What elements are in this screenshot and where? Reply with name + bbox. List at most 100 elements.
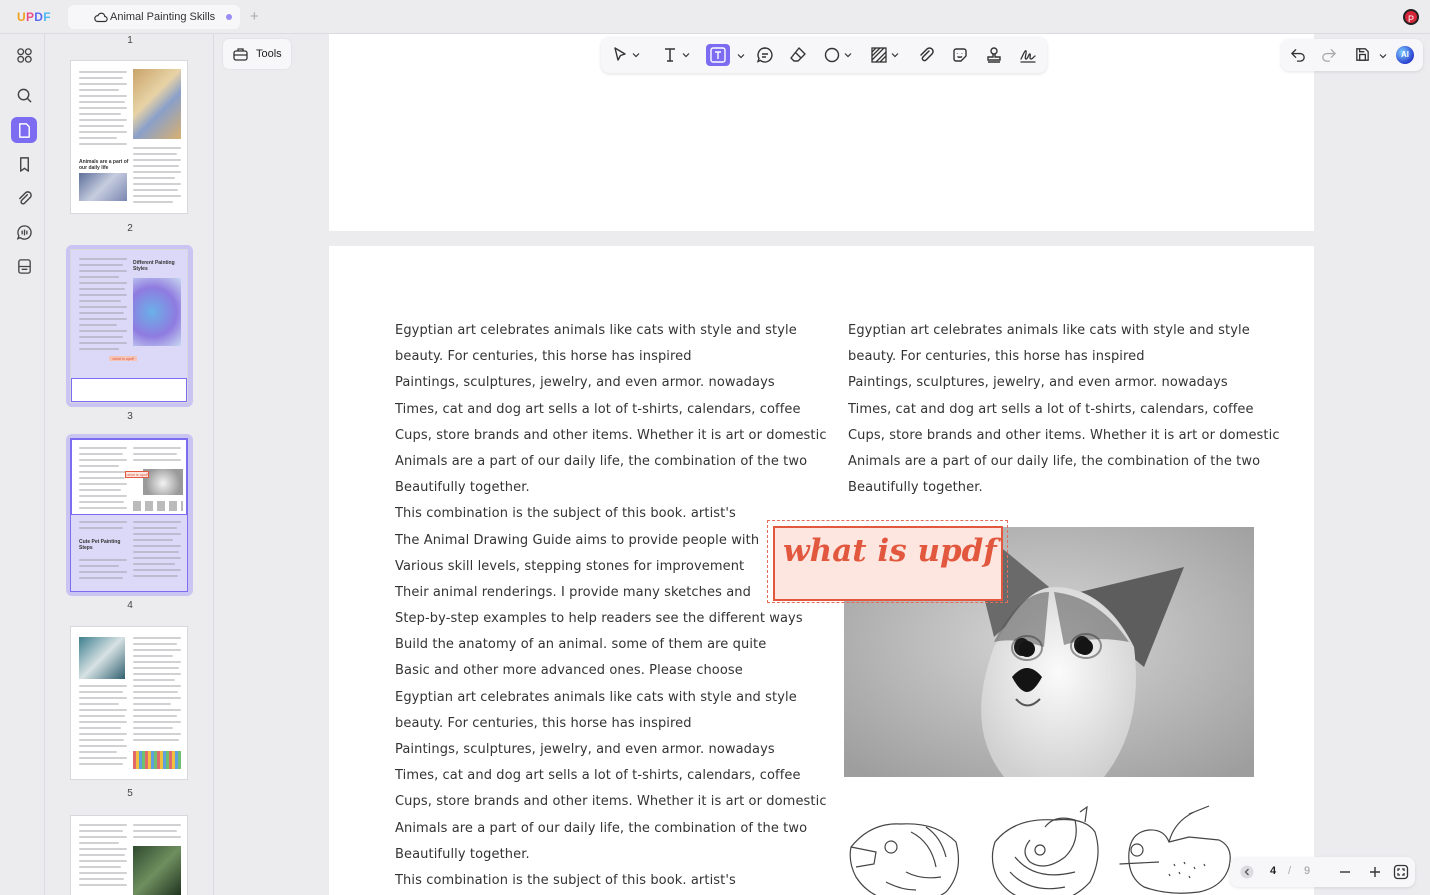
dog-sketch-1 bbox=[849, 823, 959, 895]
save-icon bbox=[1356, 48, 1369, 61]
chevron-down-icon[interactable] bbox=[737, 52, 745, 60]
text-line: Their animal renderings. I provide many … bbox=[395, 584, 751, 600]
text-line: This combination is the subject of this … bbox=[395, 872, 736, 888]
signature-icon bbox=[1020, 50, 1036, 63]
area-tool[interactable] bbox=[870, 44, 899, 66]
total-pages: 9 bbox=[1304, 865, 1311, 877]
text-line: Basic and other more advanced ones. Plea… bbox=[395, 663, 743, 679]
eraser-tool[interactable] bbox=[789, 44, 807, 66]
textbox-icon bbox=[710, 47, 726, 63]
text-line: Egyptian art celebrates animals like cat… bbox=[395, 689, 797, 705]
page-icon bbox=[18, 122, 30, 138]
circle-icon bbox=[824, 47, 840, 63]
save-button[interactable] bbox=[1354, 46, 1371, 68]
text-line: Times, cat and dog art sells a lot of t-… bbox=[395, 401, 801, 417]
document-tab[interactable]: Animal Painting Skills bbox=[68, 5, 240, 29]
redo-icon bbox=[1322, 49, 1337, 62]
rail-apps-button[interactable] bbox=[11, 42, 37, 68]
fit-page-icon[interactable] bbox=[1393, 864, 1409, 880]
thumbnail-page-5[interactable] bbox=[71, 627, 187, 779]
paperclip-icon bbox=[18, 190, 32, 204]
page-separator: / bbox=[1288, 865, 1292, 877]
chevron-down-icon bbox=[682, 53, 690, 58]
text-icon bbox=[665, 48, 675, 62]
undo-button[interactable] bbox=[1290, 46, 1307, 68]
profile-avatar[interactable]: P bbox=[1403, 9, 1419, 25]
rail-layers-button[interactable] bbox=[11, 253, 37, 279]
comment-icon bbox=[16, 224, 32, 240]
thumbnail-page-6[interactable] bbox=[71, 816, 187, 895]
shape-tool[interactable] bbox=[823, 44, 852, 66]
ai-assistant-button[interactable]: AI bbox=[1396, 46, 1414, 64]
attach-tool[interactable] bbox=[917, 44, 935, 66]
text-line: Times, cat and dog art sells a lot of t-… bbox=[848, 401, 1254, 417]
speech-bubble-icon bbox=[756, 47, 773, 63]
document-viewer: Tools AI Egyptian art celebrates animals… bbox=[215, 34, 1430, 895]
select-tool[interactable] bbox=[611, 44, 640, 66]
brushes-image bbox=[133, 69, 181, 139]
rail-thumbnails-button[interactable] bbox=[11, 117, 37, 143]
signature-tool[interactable] bbox=[1019, 44, 1037, 66]
text-line: Step-by-step examples to help readers se… bbox=[395, 611, 803, 627]
text-line: Beautifully together. bbox=[848, 480, 983, 496]
text-line: Beautifully together. bbox=[395, 480, 530, 496]
text-line: Various skill levels, stepping stones fo… bbox=[395, 558, 745, 574]
text-line: Egyptian art celebrates animals like cat… bbox=[395, 323, 797, 338]
previous-page-icon[interactable] bbox=[1240, 865, 1254, 879]
current-page-input[interactable]: 4 bbox=[1270, 865, 1276, 877]
rail-bookmark-button[interactable] bbox=[11, 151, 37, 177]
painting-image bbox=[79, 173, 127, 201]
redo-button[interactable] bbox=[1320, 46, 1337, 68]
updf-logo: UPDF bbox=[17, 10, 51, 24]
cursor-icon bbox=[614, 47, 626, 61]
thumbnail-page-4[interactable]: what is updf Cute Pet Painting Steps bbox=[71, 439, 187, 591]
thumbnail-page-3[interactable]: Different Painting Styles what is updf bbox=[71, 250, 187, 402]
comment-tool[interactable] bbox=[756, 44, 774, 66]
zoom-in-icon[interactable] bbox=[1369, 866, 1381, 878]
stamp-tool[interactable] bbox=[985, 44, 1003, 66]
rail-attachment-button[interactable] bbox=[11, 185, 37, 211]
rail-comments-button[interactable] bbox=[11, 219, 37, 245]
paperclip-icon bbox=[920, 47, 934, 62]
statue-image bbox=[79, 637, 125, 679]
text-line: This combination is the subject of this … bbox=[395, 506, 736, 522]
tools-button[interactable]: Tools bbox=[223, 39, 291, 69]
text-line: Animals are a part of our daily life, th… bbox=[395, 453, 808, 469]
annotation-text[interactable]: what is updf bbox=[783, 533, 997, 569]
freetext-annotation[interactable]: what is updf bbox=[767, 520, 1008, 603]
text-tool[interactable] bbox=[661, 44, 690, 66]
sticker-tool[interactable] bbox=[951, 44, 969, 66]
toolbox-icon bbox=[233, 48, 248, 61]
text-line: beauty. For centuries, this horse has in… bbox=[395, 715, 692, 731]
plant-image bbox=[133, 846, 181, 895]
text-line: Paintings, sculptures, jewelry, and even… bbox=[848, 375, 1228, 391]
text-line: The Animal Drawing Guide aims to provide… bbox=[395, 532, 760, 548]
text-line: Animals are a part of our daily life, th… bbox=[395, 820, 808, 836]
thumbnail-heading: Animals are a part of our daily life bbox=[79, 159, 129, 171]
thumbnail-heading: Cute Pet Painting Steps bbox=[79, 539, 121, 551]
left-rail bbox=[0, 34, 45, 895]
annotation-box[interactable]: what is updf bbox=[773, 526, 1003, 601]
rail-search-button[interactable] bbox=[11, 82, 37, 108]
title-bar: UPDF Animal Painting Skills + P bbox=[0, 0, 1430, 34]
zoom-out-icon[interactable] bbox=[1339, 866, 1351, 878]
document-stack-icon bbox=[17, 258, 31, 274]
tools-label: Tools bbox=[256, 48, 282, 60]
textbox-tool[interactable] bbox=[706, 44, 730, 66]
right-text-column: Egyptian art celebrates animals like cat… bbox=[848, 318, 1280, 501]
cloud-icon bbox=[94, 12, 108, 23]
new-tab-button[interactable]: + bbox=[250, 8, 259, 25]
thumbnail-heading: Different Painting Styles bbox=[133, 260, 175, 272]
search-icon bbox=[17, 88, 32, 103]
text-line: Times, cat and dog art sells a lot of t-… bbox=[395, 768, 801, 784]
dog-sketch-3 bbox=[1119, 805, 1231, 894]
text-line: Paintings, sculptures, jewelry, and even… bbox=[395, 742, 775, 757]
text-line: Cups, store brands and other items. Whet… bbox=[395, 427, 827, 443]
thumbnail-panel: 1 Animals are a part of our daily life 2… bbox=[46, 34, 214, 895]
chevron-down-icon bbox=[844, 53, 852, 58]
left-text-column: Egyptian art celebrates animals like cat… bbox=[395, 318, 827, 894]
thumbnail-annotation: what is updf bbox=[109, 356, 137, 361]
thumbnail-page-2[interactable]: Animals are a part of our daily life bbox=[71, 61, 187, 213]
dog-sketch-2 bbox=[991, 805, 1099, 895]
chevron-down-icon[interactable] bbox=[1379, 52, 1387, 60]
